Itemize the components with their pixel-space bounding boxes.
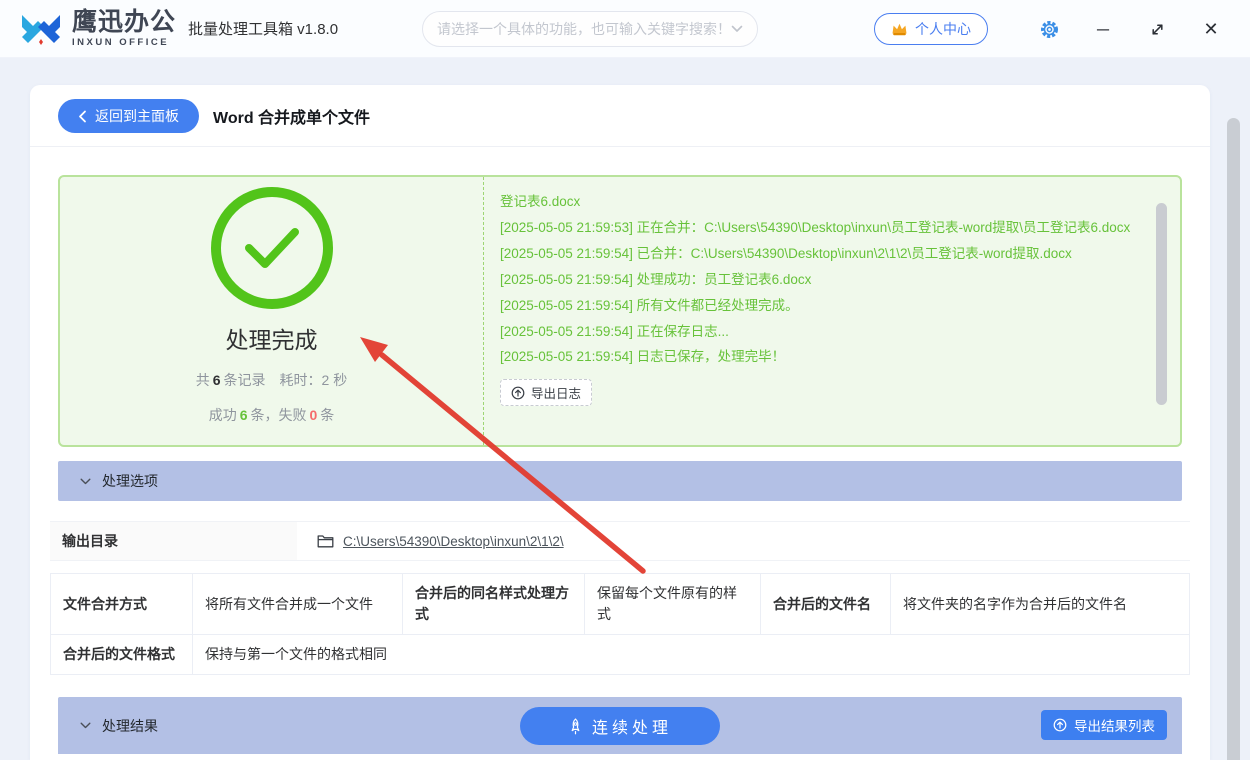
merge-mode-value: 将所有文件合并成一个文件: [193, 574, 403, 635]
log-line: 登记表6.docx: [500, 189, 1134, 215]
format-label: 合并后的文件格式: [51, 635, 193, 675]
log-line: [2025-05-05 21:59:54] 所有文件都已经处理完成。: [500, 293, 1134, 319]
gear-icon: [1040, 20, 1059, 39]
folder-icon: [317, 534, 334, 548]
section-options-header[interactable]: 处理选项: [58, 461, 1182, 501]
log-scrollbar[interactable]: [1156, 203, 1167, 405]
success-fail-stats: 成功6条，失败0条: [60, 405, 483, 425]
log-line: [2025-05-05 21:59:54] 日志已保存，处理完毕！: [500, 344, 1134, 370]
back-to-dashboard-button[interactable]: 返回到主面板: [58, 99, 199, 133]
restore-button[interactable]: [1142, 14, 1172, 44]
export-results-label: 导出结果列表: [1074, 715, 1155, 735]
output-dir-link[interactable]: C:\Users\54390\Desktop\inxun\2\1\2\: [343, 534, 564, 549]
section-results-header[interactable]: 处理结果 连续处理 导出结果列表: [58, 697, 1182, 754]
process-log-panel: 登记表6.docx[2025-05-05 21:59:53] 正在合并：C:\U…: [484, 177, 1180, 445]
export-results-button[interactable]: 导出结果列表: [1041, 710, 1167, 740]
rocket-icon: [568, 718, 583, 735]
process-summary-panel: 处理完成 共6条记录耗时：2 秒 成功6条，失败0条 登记表6.docx[202…: [58, 175, 1182, 447]
main-content: 返回到主面板 Word 合并成单个文件 处理完成 共6条记录耗时：2 秒 成功6…: [0, 58, 1250, 760]
chevron-left-icon: [78, 110, 87, 123]
back-button-label: 返回到主面板: [95, 106, 179, 126]
summary-stats: 处理完成 共6条记录耗时：2 秒 成功6条，失败0条: [60, 177, 484, 445]
success-count: 6: [240, 407, 248, 423]
fail-count: 0: [310, 407, 318, 423]
user-center-button[interactable]: 个人中心: [874, 13, 988, 45]
app-title: 批量处理工具箱 v1.8.0: [188, 18, 338, 39]
close-button[interactable]: ✕: [1196, 14, 1226, 44]
log-line: [2025-05-05 21:59:54] 处理成功：员工登记表6.docx: [500, 267, 1134, 293]
success-check-icon: [211, 187, 333, 309]
merge-mode-label: 文件合并方式: [51, 574, 193, 635]
close-icon: ✕: [1203, 20, 1218, 38]
settings-button[interactable]: [1034, 14, 1064, 44]
page-header: 返回到主面板 Word 合并成单个文件: [30, 85, 1210, 147]
upload-icon: [511, 386, 525, 400]
format-value: 保持与第一个文件的格式相同: [193, 635, 1190, 675]
resize-icon: [1150, 22, 1165, 37]
chevron-down-icon: [80, 478, 91, 485]
chevron-down-icon: [731, 25, 743, 33]
titlebar: 鹰迅办公 INXUN OFFICE 批量处理工具箱 v1.8.0 请选择一个具体…: [0, 0, 1250, 58]
crown-icon: [891, 22, 908, 36]
minimize-button[interactable]: ─: [1088, 14, 1118, 44]
log-line: [2025-05-05 21:59:54] 已合并：C:\Users\54390…: [500, 241, 1134, 267]
brand-name: 鹰迅办公: [72, 10, 176, 35]
filename-value: 将文件夹的名字作为合并后的文件名: [891, 574, 1190, 635]
options-table: 文件合并方式 将所有文件合并成一个文件 合并后的同名样式处理方式 保留每个文件原…: [50, 573, 1190, 675]
main-scrollbar[interactable]: [1227, 118, 1240, 760]
output-dir-row: 输出目录 C:\Users\54390\Desktop\inxun\2\1\2\: [50, 521, 1190, 561]
brand-subtitle: INXUN OFFICE: [72, 38, 176, 48]
output-dir-label: 输出目录: [50, 522, 297, 560]
log-lines: 登记表6.docx[2025-05-05 21:59:53] 正在合并：C:\U…: [500, 189, 1134, 370]
style-mode-value: 保留每个文件原有的样式: [585, 574, 761, 635]
style-mode-label: 合并后的同名样式处理方式: [403, 574, 585, 635]
filename-label: 合并后的文件名: [761, 574, 891, 635]
app-logo: 鹰迅办公 INXUN OFFICE: [18, 8, 176, 50]
continue-processing-button[interactable]: 连续处理: [520, 707, 720, 745]
options-body: 输出目录 C:\Users\54390\Desktop\inxun\2\1\2\…: [30, 501, 1210, 675]
minimize-icon: ─: [1097, 21, 1109, 38]
record-stats: 共6条记录耗时：2 秒: [60, 370, 483, 390]
section-options-label: 处理选项: [102, 471, 158, 491]
continue-button-label: 连续处理: [592, 714, 672, 738]
user-center-label: 个人中心: [915, 19, 971, 39]
status-title: 处理完成: [60, 321, 483, 355]
search-placeholder: 请选择一个具体的功能，也可输入关键字搜索！: [437, 19, 731, 39]
elapsed-time: 耗时：2 秒: [280, 372, 348, 388]
log-line: [2025-05-05 21:59:53] 正在合并：C:\Users\5439…: [500, 215, 1134, 241]
page-title: Word 合并成单个文件: [213, 104, 370, 128]
section-results-label: 处理结果: [102, 716, 158, 736]
function-search-select[interactable]: 请选择一个具体的功能，也可输入关键字搜索！: [422, 11, 758, 47]
upload-icon: [1053, 718, 1067, 732]
total-count: 6: [213, 372, 221, 388]
export-log-button[interactable]: 导出日志: [500, 379, 592, 406]
brand-x-icon: [18, 8, 64, 50]
tool-card: 返回到主面板 Word 合并成单个文件 处理完成 共6条记录耗时：2 秒 成功6…: [30, 85, 1210, 760]
chevron-down-icon: [80, 722, 91, 729]
log-line: [2025-05-05 21:59:54] 正在保存日志...: [500, 319, 1134, 345]
export-log-label: 导出日志: [531, 383, 581, 402]
